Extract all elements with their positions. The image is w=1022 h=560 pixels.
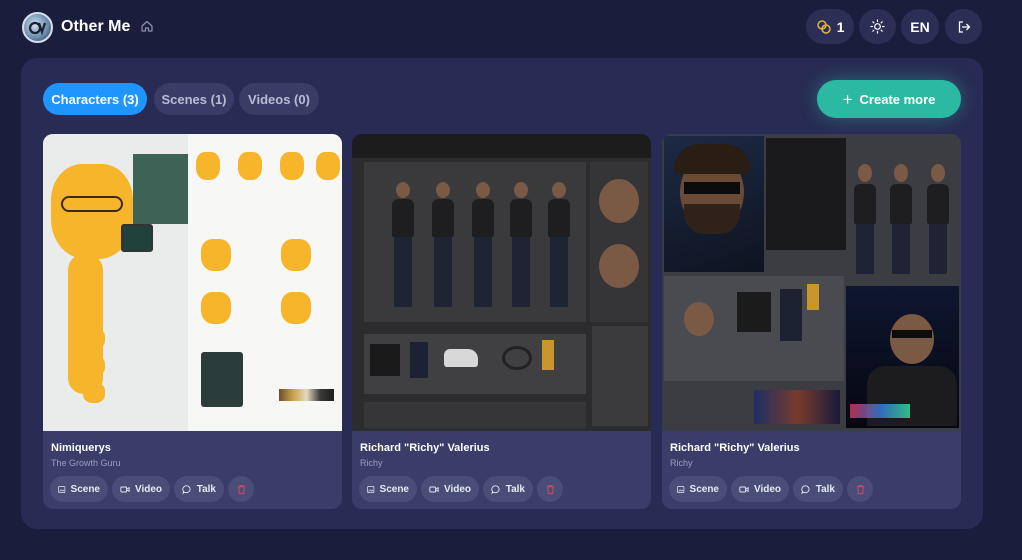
video-button[interactable]: Video: [421, 476, 479, 502]
video-camera-icon: [120, 486, 130, 492]
theme-toggle-button[interactable]: [859, 9, 896, 44]
image-icon: [58, 485, 66, 493]
scene-button[interactable]: Scene: [50, 476, 108, 502]
character-image[interactable]: [662, 134, 961, 431]
character-name: Richard "Richy" Valerius: [670, 442, 800, 454]
logout-icon: [958, 20, 970, 33]
scene-button[interactable]: Scene: [359, 476, 417, 502]
tab-videos[interactable]: Videos (0): [239, 83, 319, 115]
video-label: Video: [443, 483, 471, 495]
talk-label: Talk: [505, 483, 525, 495]
character-card[interactable]: Richard "Richy" Valerius Richy Scene Vid…: [352, 134, 651, 509]
talk-label: Talk: [815, 483, 835, 495]
talk-button[interactable]: Talk: [793, 476, 843, 502]
character-card[interactable]: Nimiquerys The Growth Guru Scene Video T…: [43, 134, 342, 509]
language-button[interactable]: EN: [901, 9, 939, 44]
delete-button[interactable]: [847, 476, 873, 502]
character-card[interactable]: Richard "Richy" Valerius Richy Scene Vid…: [662, 134, 961, 509]
logo-icon[interactable]: [22, 12, 53, 43]
video-label: Video: [134, 483, 162, 495]
video-camera-icon: [739, 486, 749, 492]
trash-icon: [546, 484, 554, 494]
scene-label: Scene: [689, 483, 719, 495]
chat-bubble-icon: [491, 484, 500, 494]
app-title[interactable]: Other Me: [61, 18, 130, 36]
chat-bubble-icon: [801, 484, 810, 494]
scene-button[interactable]: Scene: [669, 476, 727, 502]
plus-icon: +: [842, 89, 853, 109]
credits-button[interactable]: 1: [806, 9, 854, 44]
delete-button[interactable]: [228, 476, 254, 502]
sun-icon: [870, 19, 885, 34]
coins-icon: [816, 19, 831, 34]
video-button[interactable]: Video: [731, 476, 789, 502]
image-icon: [367, 485, 375, 493]
character-name: Nimiquerys: [51, 442, 111, 454]
character-subtitle: The Growth Guru: [51, 458, 121, 468]
trash-icon: [237, 484, 245, 494]
create-more-button[interactable]: + Create more: [817, 80, 961, 118]
talk-button[interactable]: Talk: [483, 476, 533, 502]
character-subtitle: Richy: [360, 458, 383, 468]
characters-panel: Characters (3) Scenes (1) Videos (0) + C…: [21, 58, 983, 529]
home-icon[interactable]: [140, 19, 154, 33]
character-image[interactable]: [352, 134, 651, 431]
chat-bubble-icon: [182, 484, 191, 494]
create-more-label: Create more: [859, 91, 936, 107]
talk-button[interactable]: Talk: [174, 476, 224, 502]
scene-label: Scene: [70, 483, 100, 495]
video-button[interactable]: Video: [112, 476, 170, 502]
trash-icon: [856, 484, 864, 494]
video-camera-icon: [429, 486, 439, 492]
logout-button[interactable]: [945, 9, 982, 44]
credits-count: 1: [836, 18, 845, 35]
tab-characters[interactable]: Characters (3): [43, 83, 147, 115]
tab-scenes[interactable]: Scenes (1): [154, 83, 234, 115]
image-icon: [677, 485, 685, 493]
character-subtitle: Richy: [670, 458, 693, 468]
character-image[interactable]: [43, 134, 342, 431]
video-label: Video: [753, 483, 781, 495]
delete-button[interactable]: [537, 476, 563, 502]
talk-label: Talk: [196, 483, 216, 495]
top-bar: Other Me 1 EN: [0, 0, 1022, 56]
character-name: Richard "Richy" Valerius: [360, 442, 490, 454]
scene-label: Scene: [379, 483, 409, 495]
